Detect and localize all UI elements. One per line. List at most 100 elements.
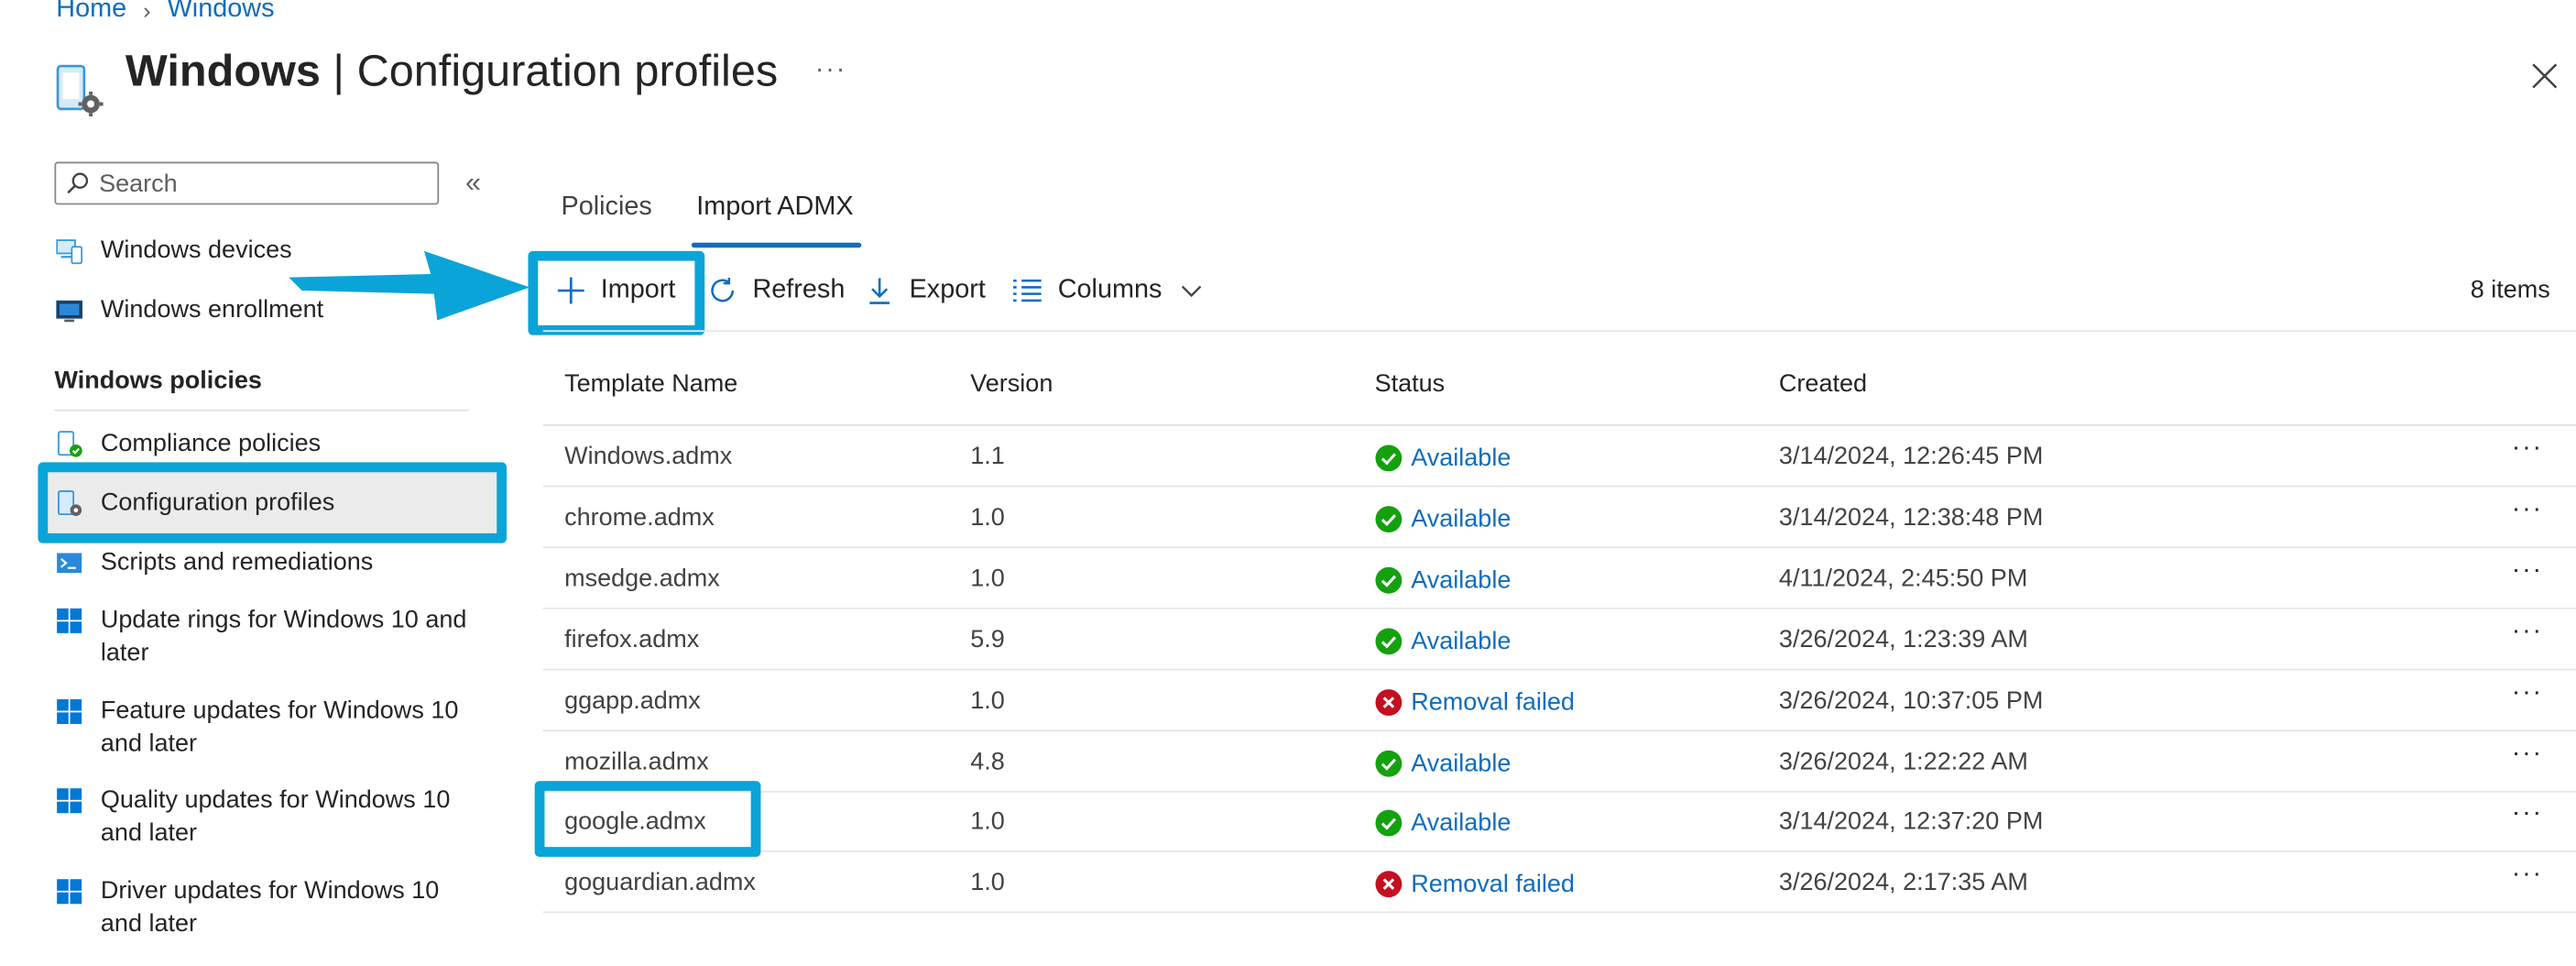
success-check-icon	[1375, 627, 1403, 655]
table-row[interactable]: google.admx 1.0 Available 3/14/2024, 12:37:…	[542, 792, 2576, 853]
template-name-cell: Windows.admx	[564, 442, 733, 471]
column-header-template-name[interactable]: Template Name	[564, 370, 737, 399]
columns-list-icon	[1013, 279, 1042, 302]
success-check-icon	[1375, 445, 1403, 473]
row-more-options-button[interactable]: ···	[2512, 739, 2543, 768]
windows-logo-icon	[57, 608, 82, 633]
success-check-icon	[1375, 749, 1403, 777]
devices-icon	[56, 239, 83, 265]
sidebar-item-label: Windows devices	[100, 236, 292, 265]
scripts-icon	[57, 553, 82, 574]
row-more-options-button[interactable]: ···	[2512, 556, 2543, 586]
column-header-status[interactable]: Status	[1375, 370, 1446, 399]
created-cell: 3/26/2024, 1:23:39 AM	[1778, 625, 2028, 653]
column-header-created[interactable]: Created	[1779, 370, 1867, 399]
sidebar-item-driver-updates[interactable]: Driver updates for Windows 10 and later	[56, 875, 468, 941]
table-row[interactable]: firefox.admx 5.9 Available 3/26/2024, 1:23:…	[542, 609, 2576, 670]
row-more-options-button[interactable]: ···	[2512, 617, 2543, 646]
version-cell: 1.0	[970, 686, 1005, 715]
status-cell[interactable]: Available	[1375, 748, 1512, 777]
sidebar-item-compliance-policies[interactable]: Compliance policies	[56, 428, 468, 461]
version-cell: 1.0	[970, 564, 1005, 593]
column-header-version[interactable]: Version	[970, 370, 1053, 399]
tab-policies[interactable]: Policies	[561, 193, 651, 223]
more-options-button[interactable]: ···	[815, 56, 846, 85]
tab-import-admx[interactable]: Import ADMX	[696, 193, 853, 223]
template-name-cell: mozilla.admx	[564, 747, 709, 775]
breadcrumb-home[interactable]: Home	[56, 0, 126, 25]
status-cell[interactable]: Removal failed	[1375, 687, 1575, 716]
items-count: 8 items	[2470, 275, 2550, 304]
table-row[interactable]: chrome.admx 1.0 Available 3/14/2024, 12:38:…	[542, 487, 2576, 548]
windows-logo-icon	[57, 698, 82, 724]
status-label: Available	[1411, 444, 1512, 473]
status-label: Available	[1411, 505, 1512, 533]
sidebar-divider	[54, 409, 469, 412]
columns-label: Columns	[1057, 275, 1162, 304]
sidebar-item-update-rings[interactable]: Update rings for Windows 10 and later	[56, 604, 468, 670]
sidebar-item-label: Quality updates for Windows 10 and later	[100, 785, 451, 848]
sidebar-item-quality-updates[interactable]: Quality updates for Windows 10 and later	[56, 785, 468, 851]
status-cell[interactable]: Available	[1375, 565, 1512, 595]
highlight-import-button	[528, 250, 705, 335]
status-cell[interactable]: Available	[1375, 809, 1512, 839]
download-icon	[869, 278, 890, 304]
success-check-icon	[1375, 566, 1403, 595]
chevron-down-icon	[1182, 285, 1202, 298]
table-row[interactable]: ggapp.admx 1.0 Removal failed 3/26/2024, 10…	[542, 670, 2576, 731]
template-name-cell: firefox.admx	[564, 625, 700, 653]
export-button[interactable]: Export	[865, 270, 986, 310]
version-cell: 4.8	[970, 747, 1005, 775]
error-x-icon	[1375, 687, 1403, 716]
row-more-options-button[interactable]: ···	[2512, 861, 2543, 890]
row-more-options-button[interactable]: ···	[2512, 434, 2543, 464]
status-label: Available	[1411, 565, 1512, 595]
search-box[interactable]	[54, 161, 440, 205]
sidebar-section-title: Windows policies	[54, 366, 262, 395]
search-icon	[67, 172, 89, 194]
table-row[interactable]: msedge.admx 1.0 Available 4/11/2024, 2:45:5…	[542, 548, 2576, 609]
version-cell: 1.0	[970, 869, 1005, 897]
pointer-arrow-icon	[289, 250, 530, 321]
created-cell: 4/11/2024, 2:45:50 PM	[1778, 564, 2028, 593]
status-label: Removal failed	[1411, 870, 1575, 899]
sidebar-item-feature-updates[interactable]: Feature updates for Windows 10 and later	[56, 695, 468, 761]
status-cell[interactable]: Available	[1375, 444, 1512, 473]
version-cell: 5.9	[970, 625, 1005, 653]
refresh-icon	[711, 277, 735, 302]
highlight-google-admx	[534, 781, 761, 857]
table-row[interactable]: Windows.admx 1.1 Available 3/14/2024, 12:26…	[542, 426, 2576, 488]
chevron-right-icon: ›	[143, 0, 151, 24]
status-cell[interactable]: Removal failed	[1375, 871, 1575, 899]
highlight-configuration-profiles	[38, 462, 508, 543]
close-icon[interactable]	[2528, 60, 2561, 93]
table-row[interactable]: goguardian.admx 1.0 Removal failed 3/26/202…	[542, 852, 2576, 914]
columns-button[interactable]: Columns	[1011, 270, 1203, 310]
row-more-options-button[interactable]: ···	[2512, 495, 2543, 524]
success-check-icon	[1375, 505, 1403, 533]
version-cell: 1.0	[970, 503, 1005, 532]
export-label: Export	[909, 275, 986, 304]
status-label: Available	[1411, 809, 1512, 839]
created-cell: 3/14/2024, 12:37:20 PM	[1778, 807, 2044, 837]
sidebar-item-label: Scripts and remediations	[100, 548, 374, 576]
search-input[interactable]	[99, 169, 413, 198]
sidebar-item-label: Driver updates for Windows 10 and later	[100, 876, 440, 939]
collapse-sidebar-button[interactable]: «	[465, 167, 481, 200]
row-more-options-button[interactable]: ···	[2512, 800, 2543, 829]
template-name-cell: ggapp.admx	[564, 686, 701, 715]
breadcrumb-windows[interactable]: Windows	[168, 0, 275, 25]
sidebar-item-scripts-remediations[interactable]: Scripts and remediations	[56, 546, 468, 579]
row-more-options-button[interactable]: ···	[2512, 678, 2543, 708]
template-name-cell: chrome.admx	[564, 503, 715, 532]
table-row[interactable]: mozilla.admx 4.8 Available 3/26/2024, 1:22:…	[542, 730, 2576, 792]
sidebar-item-label: Update rings for Windows 10 and later	[100, 606, 467, 667]
created-cell: 3/14/2024, 12:38:48 PM	[1778, 503, 2044, 532]
status-cell[interactable]: Available	[1375, 505, 1512, 533]
status-cell[interactable]: Available	[1375, 626, 1512, 655]
enrollment-icon	[56, 300, 83, 323]
active-tab-indicator	[691, 242, 862, 248]
status-label: Available	[1411, 748, 1512, 777]
status-label: Available	[1411, 626, 1512, 655]
refresh-button[interactable]: Refresh	[708, 270, 845, 310]
